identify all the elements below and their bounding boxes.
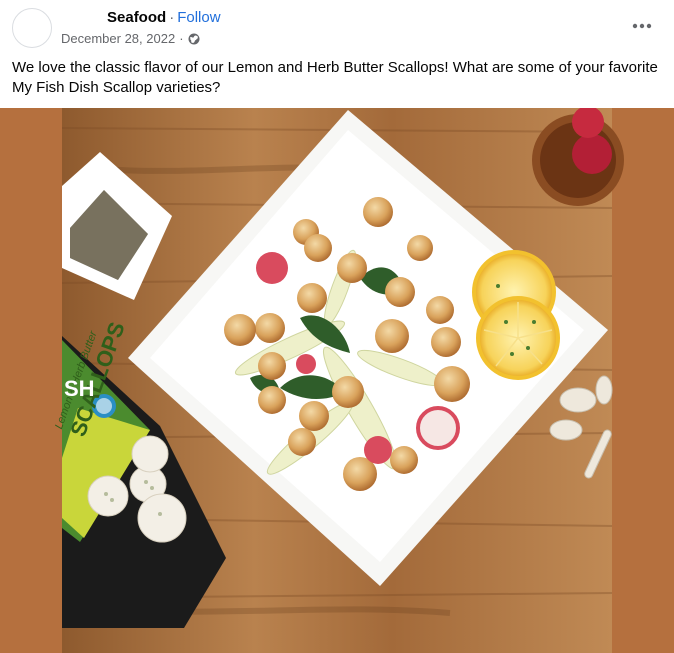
package-brand: SH: [64, 376, 95, 401]
name-separator: ·: [169, 9, 175, 26]
lemon-slices: [472, 250, 560, 380]
post-header: Seafood · Follow December 28, 2022 ·: [0, 0, 674, 52]
more-options-button[interactable]: [626, 12, 658, 40]
post-author-line: Seafood · Follow: [107, 9, 221, 26]
globe-icon[interactable]: [188, 33, 200, 45]
more-horizontal-icon: [632, 23, 652, 29]
date-separator: ·: [179, 31, 184, 46]
post-meta: December 28, 2022 ·: [61, 31, 200, 46]
scallop-dish-photo: SCALLOPS Lemon & Herb Butter SH: [0, 108, 674, 653]
post-photo[interactable]: SCALLOPS Lemon & Herb Butter SH: [0, 108, 674, 653]
page-avatar[interactable]: [12, 8, 52, 48]
post-caption: We love the classic flavor of our Lemon …: [12, 59, 658, 96]
page-name-link[interactable]: Seafood: [107, 9, 166, 26]
post-date-link[interactable]: December 28, 2022: [61, 31, 175, 46]
follow-button[interactable]: Follow: [177, 9, 220, 26]
